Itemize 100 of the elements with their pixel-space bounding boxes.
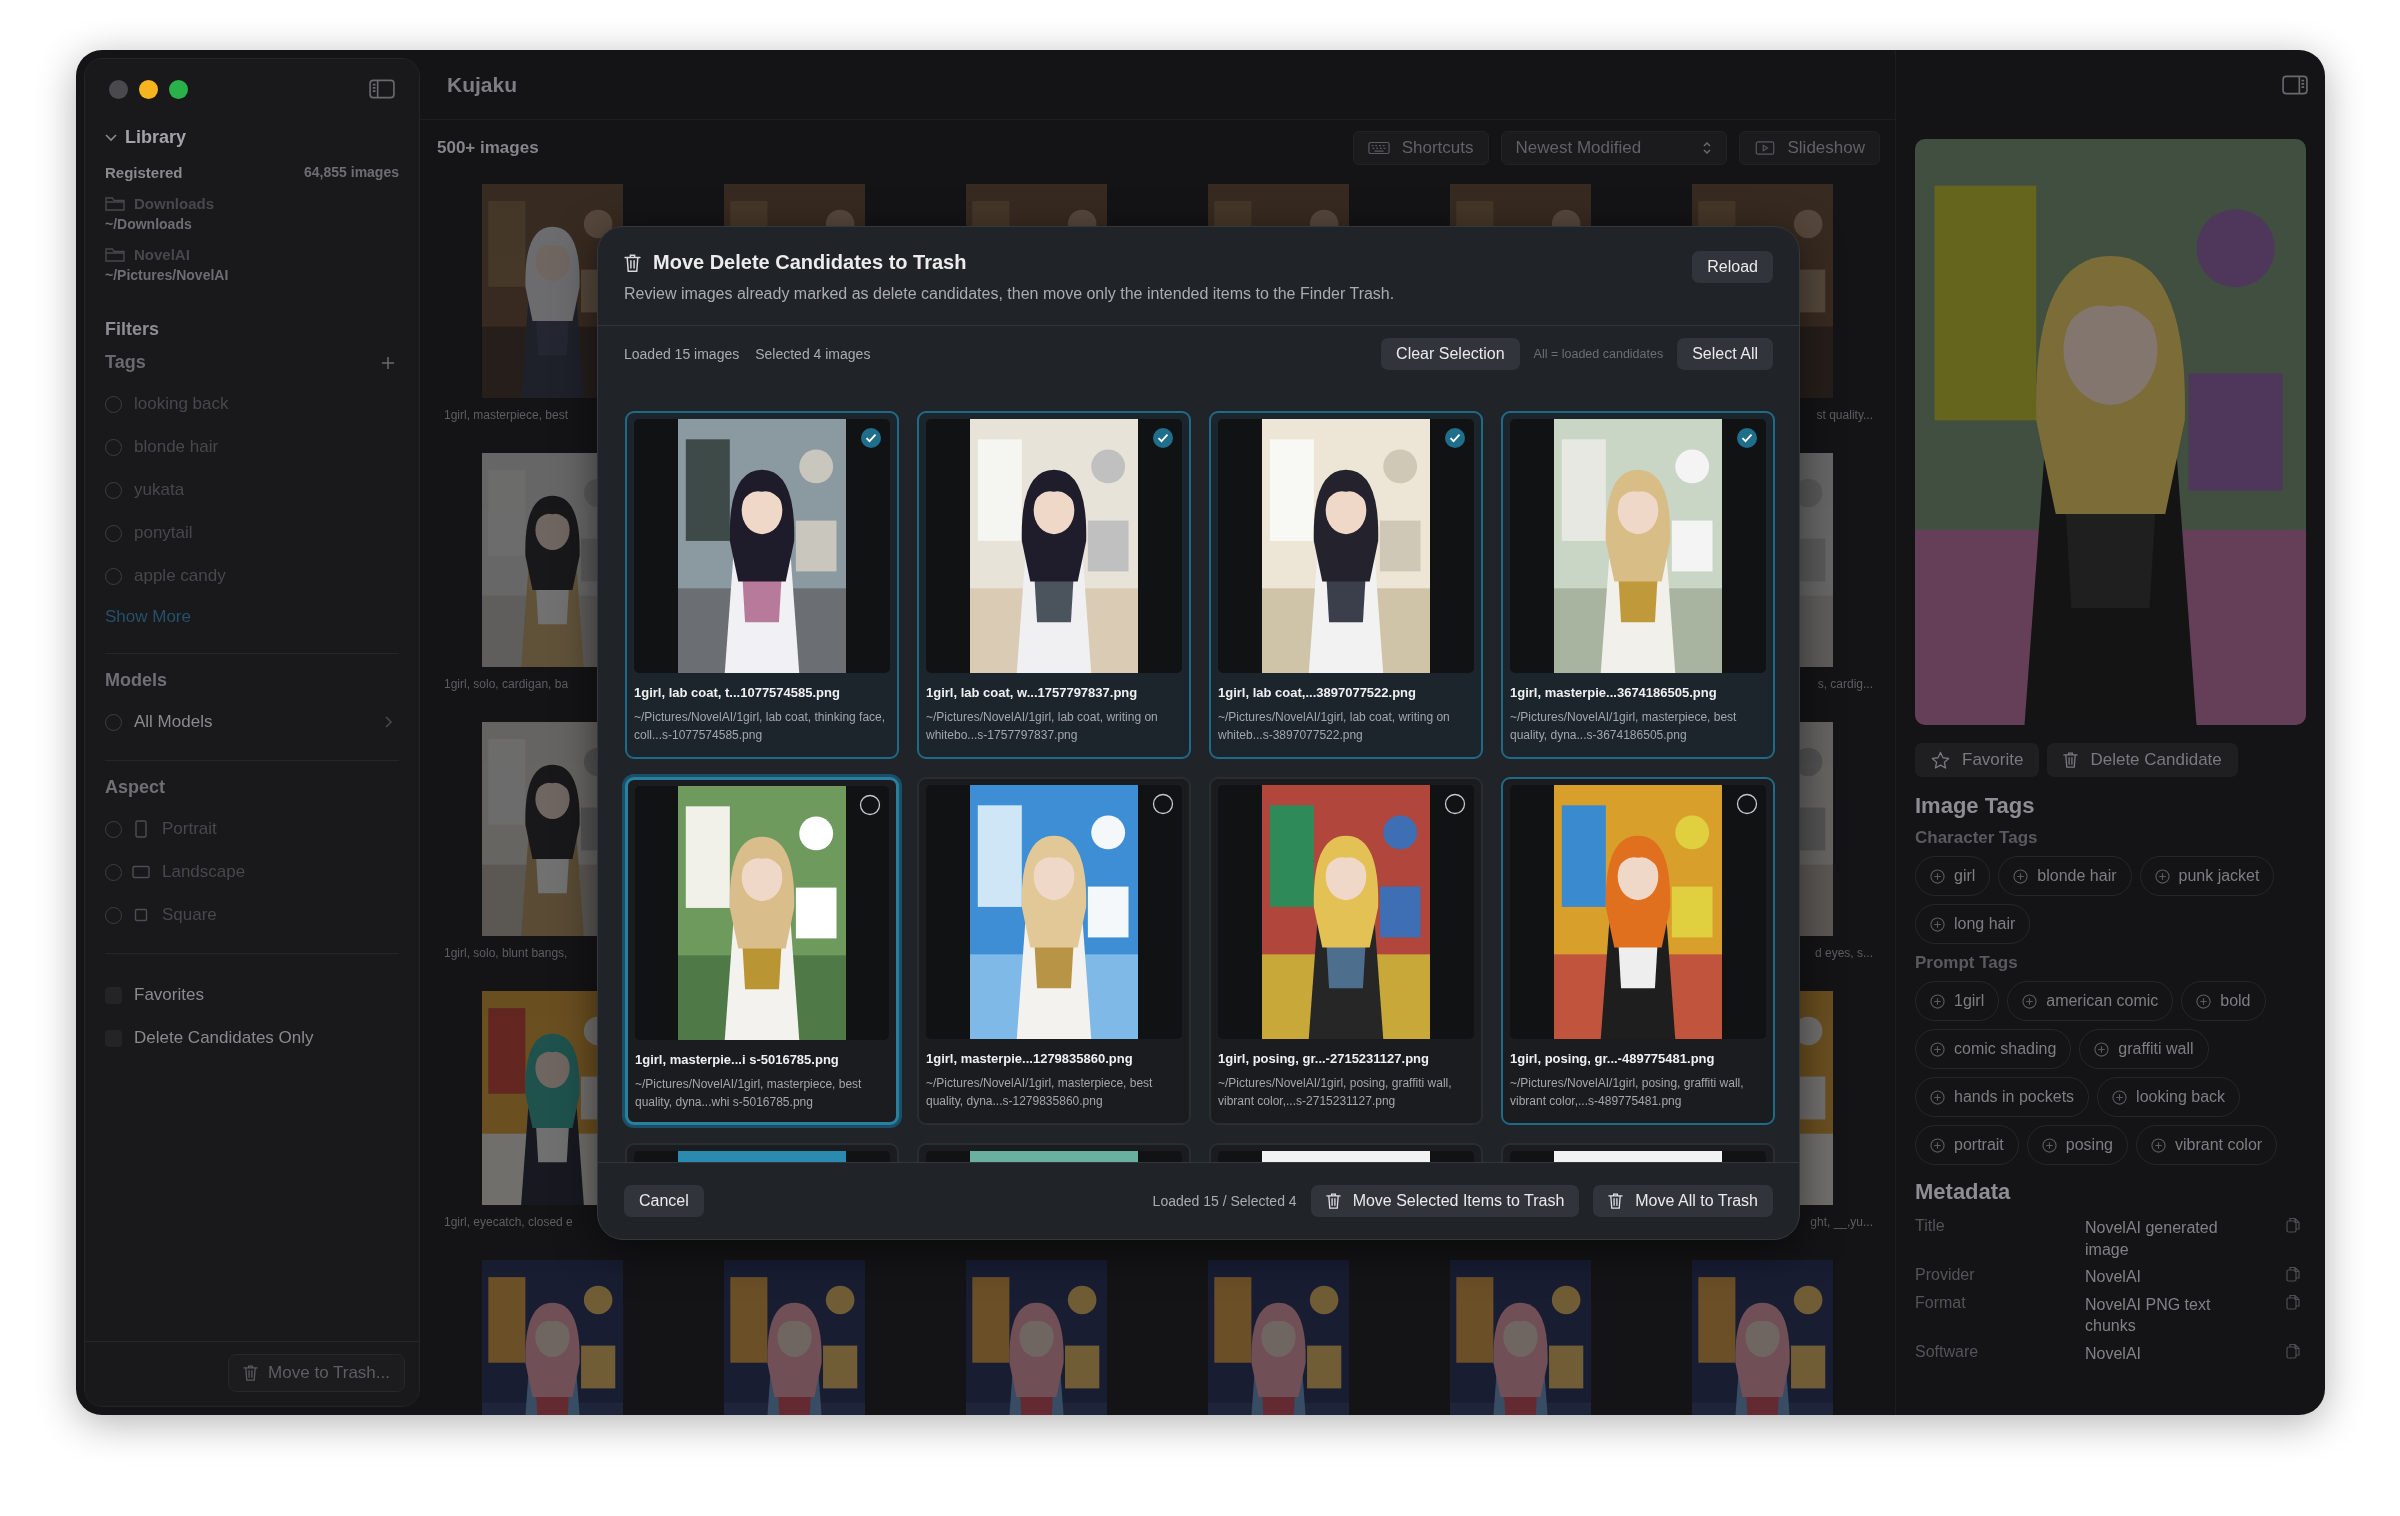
checkbox[interactable] — [1736, 793, 1758, 815]
section-label: Character Tags — [1915, 828, 2039, 848]
image-card[interactable]: 1girl, lab coat, t...1077574585.png ~/Pictures/NovelAI/1girl, lab coat, thinking face, coll...s-1077574585.png — [625, 411, 899, 759]
checkbox[interactable] — [1152, 793, 1174, 815]
image-card[interactable]: 1girl, lab coat,...3897077522.png ~/Pictures/NovelAI/1girl, lab coat, writing on whiteb...s-3897077522.png — [1209, 411, 1483, 759]
landscape-icon — [132, 863, 150, 881]
file-path: ~/Pictures/NovelAI/1girl, masterpiece, best quality, dyna...s-3674186505.png — [1510, 709, 1738, 744]
metadata-key: Title — [1915, 1217, 2085, 1261]
image-count: 64,855 images — [304, 164, 399, 181]
folder-icon — [105, 195, 125, 212]
image-card[interactable]: 1girl, posing, gr...-489775481.png ~/Pictures/NovelAI/1girl, posing, graffiti wall, vibrant color,...s-489775481.png — [1501, 777, 1775, 1125]
selected-count: Selected 4 images — [755, 346, 871, 362]
play-icon — [1753, 141, 1776, 155]
image-caption: 1girl, solo, blunt bangs, — [443, 945, 569, 960]
image-card[interactable]: 1girl, masterpie...1279835860.png ~/Pictures/NovelAI/1girl, masterpiece, best quality, dyna...s-1279835860.png — [917, 777, 1191, 1125]
checkbox[interactable] — [1736, 427, 1758, 449]
plus-circle-icon — [1930, 1137, 1945, 1153]
plus-circle-icon — [1930, 1089, 1945, 1105]
sidebar-toggle-icon[interactable] — [369, 79, 395, 99]
checkbox[interactable] — [1152, 427, 1174, 449]
file-name: 1girl, lab coat,...3897077522.png — [1218, 685, 1417, 700]
move-all-button[interactable]: Move All to Trash — [1593, 1185, 1773, 1217]
plus-circle-icon — [2013, 868, 2029, 884]
image-caption: s, cardig... — [1816, 676, 1874, 691]
file-name: 1girl, lab coat, w...1757797837.png — [926, 685, 1139, 700]
copy-icon[interactable] — [2286, 1293, 2300, 1310]
reload-button[interactable]: Reload — [1692, 251, 1773, 283]
slideshow-button[interactable]: Slideshow — [1738, 131, 1880, 165]
keyboard-icon — [1367, 141, 1390, 155]
file-name: 1girl, masterpie...3674186505.png — [1510, 685, 1718, 700]
section-title: Image Tags — [1915, 793, 2036, 819]
image-card[interactable]: 1girl, masterpie...3674186505.png ~/Pictures/NovelAI/1girl, masterpiece, best quality, dyna...s-3674186505.png — [1501, 411, 1775, 759]
section-title: Library — [125, 127, 187, 148]
metadata-key: Software — [1915, 1342, 2085, 1365]
shortcuts-button[interactable]: Shortcuts — [1352, 131, 1489, 165]
chevron-right-icon[interactable] — [385, 716, 393, 728]
image-card[interactable]: 1girl, masterpie...i s-5016785.png ~/Pictures/NovelAI/1girl, masterpiece, best quality, dyna...whi s-5016785.png — [625, 777, 899, 1125]
image-caption: 1girl, solo, cardigan, ba — [443, 676, 570, 691]
copy-icon[interactable] — [2286, 1266, 2300, 1283]
delete-candidate-button[interactable]: Delete Candidate — [2047, 743, 2238, 777]
section-title: Filters — [105, 319, 161, 340]
copy-icon[interactable] — [2286, 1217, 2300, 1233]
section-label: Aspect — [105, 777, 167, 798]
file-path: ~/Pictures/NovelAI/1girl, lab coat, writing on whitebo...s-1757797837.png — [926, 709, 1159, 744]
checkbox[interactable] — [860, 427, 882, 449]
checkbox-label[interactable]: Favorites — [134, 985, 204, 1005]
file-path: ~/Pictures/NovelAI/1girl, posing, graffiti wall, vibrant color,...s-2715231127.png — [1218, 1075, 1453, 1110]
square-icon — [132, 906, 150, 924]
plus-circle-icon — [2154, 868, 2170, 884]
move-selected-button[interactable]: Move Selected Items to Trash — [1310, 1185, 1580, 1217]
image-caption: 1girl, masterpiece, best — [443, 407, 570, 422]
minimize-button[interactable] — [139, 79, 158, 99]
add-icon[interactable] — [381, 355, 395, 370]
image-caption: ght, __,yu... — [1809, 1214, 1874, 1229]
cancel-button[interactable]: Cancel — [624, 1185, 704, 1217]
file-path: ~/Pictures/NovelAI/1girl, lab coat, writing on whiteb...s-3897077522.png — [1218, 709, 1451, 744]
image-card[interactable]: 1girl, lab coat, w...1757797837.png ~/Pictures/NovelAI/1girl, lab coat, writing on whitebo...s-1757797837.png — [917, 411, 1191, 759]
section-label: Registered — [105, 164, 183, 181]
metadata-value: NovelAI generated image — [2085, 1218, 2219, 1260]
plus-circle-icon — [1930, 1041, 1945, 1057]
trash-icon — [243, 1364, 259, 1382]
copy-icon[interactable] — [2286, 1342, 2300, 1359]
zoom-button[interactable] — [169, 79, 188, 99]
section-label: Prompt Tags — [1915, 953, 2019, 973]
close-button[interactable] — [109, 79, 128, 99]
plus-circle-icon — [1930, 993, 1945, 1009]
clear-selection-button[interactable]: Clear Selection — [1381, 338, 1520, 370]
image-caption: st quality... — [1815, 407, 1874, 422]
model-filter-label[interactable]: All Models — [134, 712, 213, 732]
file-path: ~/Pictures/NovelAI/1girl, lab coat, thinking face, coll...s-1077574585.png — [634, 709, 887, 744]
folder-icon — [105, 246, 125, 263]
image-card[interactable]: 1girl, posing, gr...-2715231127.png ~/Pictures/NovelAI/1girl, posing, graffiti wall, vibrant color,...s-2715231127.png — [1209, 777, 1483, 1125]
file-path: ~/Pictures/NovelAI/1girl, masterpiece, best quality, dyna...whi s-5016785.png — [635, 1076, 863, 1111]
portrait-icon — [132, 820, 150, 838]
select-all-button[interactable]: Select All — [1677, 338, 1773, 370]
checkbox[interactable] — [859, 794, 881, 816]
star-icon — [1931, 750, 1950, 770]
plus-circle-icon — [1930, 916, 1945, 932]
section-title: Metadata — [1915, 1179, 2012, 1205]
file-name: 1girl, masterpie...i s-5016785.png — [635, 1052, 840, 1067]
inspector-toggle-icon[interactable] — [2282, 75, 2308, 95]
trash-icon — [1325, 1192, 1341, 1210]
metadata-value: NovelAI PNG text chunks — [2085, 1294, 2212, 1337]
dialog-title: Move Delete Candidates to Trash — [653, 251, 967, 274]
file-path: ~/Pictures/NovelAI/1girl, posing, graffiti wall, vibrant color,...s-489775481.png — [1510, 1075, 1745, 1110]
chevron-down-icon[interactable] — [105, 133, 117, 142]
section-label: Models — [105, 670, 168, 691]
trash-icon — [624, 252, 641, 273]
image-caption: 1girl, eyecatch, closed e — [443, 1214, 574, 1229]
dialog-description: Review images already marked as delete candidates, then move only the intended items to the Finder Trash. — [624, 285, 1395, 303]
checkbox-label[interactable]: Delete Candidates Only — [134, 1028, 314, 1048]
sort-dropdown[interactable]: Newest Modified — [1500, 131, 1727, 165]
checkbox[interactable] — [1444, 793, 1466, 815]
checkbox[interactable] — [1444, 427, 1466, 449]
section-label: Tags — [105, 352, 146, 373]
window-title: Kujaku — [447, 72, 517, 97]
favorite-button[interactable]: Favorite — [1915, 743, 2040, 777]
move-to-trash-button[interactable]: Move to Trash... — [228, 1354, 405, 1392]
metadata-value: NovelAI — [2085, 1343, 2143, 1364]
plus-circle-icon — [2112, 1089, 2128, 1105]
